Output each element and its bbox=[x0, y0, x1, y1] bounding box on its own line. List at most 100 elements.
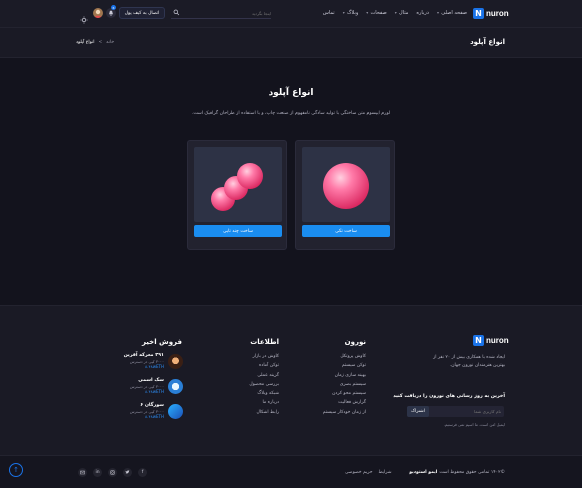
chevron-down-icon: ▾ bbox=[342, 10, 346, 15]
footer-link[interactable]: از زمان خودکار سیستم bbox=[323, 410, 366, 415]
instagram-icon[interactable] bbox=[108, 468, 117, 477]
scroll-to-top-button[interactable]: ↑ bbox=[9, 463, 23, 477]
social-links: f in bbox=[78, 468, 147, 477]
footer-logo[interactable]: N nuron bbox=[473, 335, 509, 346]
spheres-icon bbox=[211, 163, 263, 211]
recent-sale-item[interactable]: ۴۹۱ معرکه آفرین ۳۰۰۰ کپی در دسترس ۸.۴۸wETH bbox=[123, 353, 183, 370]
breadcrumb-separator: > bbox=[98, 40, 103, 45]
search-input[interactable] bbox=[183, 8, 271, 18]
terms-link[interactable]: شرایط bbox=[379, 470, 392, 475]
nav-item-label: صفحات bbox=[370, 10, 387, 16]
connect-wallet-button[interactable]: اتصال به کیف پول bbox=[119, 7, 165, 19]
footer-link[interactable]: گزارش فعالیت bbox=[323, 400, 366, 405]
sale-price: ۸.۴۸wETH bbox=[145, 364, 164, 370]
upload-card-single[interactable]: ساخت تکی bbox=[295, 140, 395, 250]
bell-icon bbox=[108, 10, 114, 16]
avatar[interactable] bbox=[93, 8, 103, 18]
nav-item[interactable]: درباره bbox=[416, 10, 429, 16]
twitter-icon[interactable] bbox=[123, 468, 132, 477]
chevron-down-icon: ▾ bbox=[436, 10, 441, 15]
breadcrumb-home[interactable]: خانه bbox=[106, 40, 114, 45]
subscribe-button[interactable]: اشتراک bbox=[407, 406, 429, 417]
email-field[interactable] bbox=[431, 407, 501, 416]
breadcrumb-current: انواع آپلود bbox=[76, 40, 95, 45]
logo-text: nuron bbox=[486, 9, 509, 18]
subscribe-form: اشتراک bbox=[407, 406, 504, 417]
footer-nuron-links: کاوش پروتکل توکن سیستم بهینه سازی زمان سیست… bbox=[323, 354, 366, 415]
page-description: لورم ایپسوم متن ساختگی با تولید سادگی نا… bbox=[191, 111, 391, 116]
nav-item[interactable]: صفحه اصلی ▾ bbox=[437, 10, 467, 16]
footer-link[interactable]: گزینه عملی bbox=[249, 373, 279, 378]
footer-link[interactable]: بررسی محصول bbox=[249, 382, 279, 387]
footer-link[interactable]: شبکه وبلاگ bbox=[249, 391, 279, 396]
sphere-icon bbox=[323, 163, 369, 209]
footer-link[interactable]: رابط اشکال bbox=[249, 410, 279, 415]
banner-title: انواع آپلود bbox=[470, 38, 505, 46]
footer-link[interactable]: سیستم بصری bbox=[323, 382, 366, 387]
privacy-link[interactable]: حریم خصوصی bbox=[345, 470, 373, 475]
nav-item[interactable]: صفحات ▾ bbox=[366, 10, 387, 16]
nav-item[interactable]: وبلاگ ▾ bbox=[343, 10, 359, 16]
recent-sales-list: ۴۹۱ معرکه آفرین ۳۰۰۰ کپی در دسترس ۸.۴۸wETH… bbox=[123, 353, 183, 428]
footer-info-links: کاوش در بازار توکن آماده گزینه عملی بررسی م… bbox=[249, 354, 279, 415]
sale-title: ۴۹۱ معرکه آفرین bbox=[123, 353, 164, 359]
search-icon[interactable] bbox=[173, 9, 180, 16]
nav-item-label: درباره bbox=[416, 10, 429, 16]
nav-item-label: مثال bbox=[399, 10, 409, 16]
copyright: ©۱۴۰۲ تمامی حقوق محفوظ است ایمو استودیو bbox=[409, 470, 505, 475]
user-avatar-icon bbox=[94, 9, 102, 18]
theme-toggle[interactable] bbox=[80, 9, 88, 24]
footer-link[interactable]: توکن سیستم bbox=[323, 363, 366, 368]
nav-item[interactable]: مثال ▾ bbox=[395, 10, 409, 16]
sale-thumbnail bbox=[168, 379, 183, 394]
footer-about-text: ایجاد شده با همکاری بیش از ۲۰ نفر از بهت… bbox=[385, 354, 505, 370]
site-header: N nuron صفحه اصلی ▾ درباره مثال ▾ صفحات ▾ وب… bbox=[0, 0, 582, 28]
recent-sale-item[interactable]: سورگان ۶ ۳۰۰۰ کپی در دسترس ۸.۴۸wETH bbox=[123, 403, 183, 420]
footer-logo-mark: N bbox=[473, 335, 484, 346]
privacy-note: ایمیل امن است. ما اسپم نمی فرستیم. bbox=[443, 422, 505, 427]
nav-item[interactable]: تماس bbox=[323, 10, 335, 16]
subscribe-title: آخرین به روز رسانی های نورون را دریافت ک… bbox=[393, 394, 505, 399]
main-nav: صفحه اصلی ▾ درباره مثال ▾ صفحات ▾ وبلاگ ▾ تما… bbox=[323, 10, 467, 16]
sale-thumbnail bbox=[168, 404, 183, 419]
page-banner: انواع آپلود خانه > انواع آپلود bbox=[0, 28, 582, 58]
sale-price: ۸.۴۸wETH bbox=[145, 414, 164, 420]
footer-info-title: اطلاعات bbox=[250, 338, 279, 346]
copyright-brand[interactable]: ایمو استودیو bbox=[409, 470, 437, 475]
single-sphere-image bbox=[302, 147, 390, 222]
nav-item-label: تماس bbox=[322, 10, 335, 16]
footer-link[interactable]: توکن آماده bbox=[249, 363, 279, 368]
bottom-bar: ©۱۴۰۲ تمامی حقوق محفوظ است ایمو استودیو … bbox=[0, 455, 582, 488]
chevron-down-icon: ▾ bbox=[394, 10, 399, 15]
nav-item-label: وبلاگ bbox=[346, 10, 359, 16]
sale-thumbnail bbox=[168, 354, 183, 369]
recent-sale-item[interactable]: سک اسمی ۳۰۰۰ کپی در دسترس ۸.۴۸wETH bbox=[123, 378, 183, 395]
footer-nuron-title: نورون bbox=[344, 338, 366, 346]
facebook-icon[interactable]: f bbox=[138, 468, 147, 477]
copyright-text: ©۱۴۰۲ تمامی حقوق محفوظ است bbox=[439, 470, 505, 475]
footer-link[interactable]: سیستم محو کردن bbox=[323, 391, 366, 396]
multiple-upload-button[interactable]: ساخت چند تایی bbox=[194, 225, 282, 237]
single-upload-button[interactable]: ساخت تکی bbox=[302, 225, 390, 237]
search-bar bbox=[171, 8, 271, 19]
mail-icon[interactable] bbox=[78, 468, 87, 477]
footer-link[interactable]: کاوش در بازار bbox=[249, 354, 279, 359]
logo[interactable]: N nuron bbox=[473, 8, 509, 19]
footer-link[interactable]: درباره ما bbox=[249, 400, 279, 405]
arrow-up-icon: ↑ bbox=[13, 466, 19, 474]
linkedin-icon[interactable]: in bbox=[93, 468, 102, 477]
footer-sales-title: فروش اخیر bbox=[141, 338, 182, 346]
notification-badge: 6 bbox=[111, 5, 116, 10]
page-title: انواع آپلود bbox=[268, 88, 314, 98]
breadcrumb: خانه > انواع آپلود bbox=[76, 40, 114, 45]
site-footer: N nuron ایجاد شده با همکاری بیش از ۲۰ نف… bbox=[0, 305, 582, 455]
upload-card-multiple[interactable]: ساخت چند تایی bbox=[187, 140, 287, 250]
legal-links: شرایط حریم خصوصی bbox=[345, 470, 392, 475]
nav-item-label: صفحه اصلی bbox=[441, 10, 467, 16]
multi-sphere-image bbox=[194, 147, 282, 222]
footer-about-line1: ایجاد شده با همکاری بیش از ۲۰ نفر از bbox=[433, 355, 505, 360]
footer-link[interactable]: کاوش پروتکل bbox=[323, 354, 366, 359]
chevron-down-icon: ▾ bbox=[366, 10, 370, 15]
sale-price: ۸.۴۸wETH bbox=[145, 389, 164, 395]
footer-link[interactable]: بهینه سازی زمان bbox=[323, 373, 366, 378]
